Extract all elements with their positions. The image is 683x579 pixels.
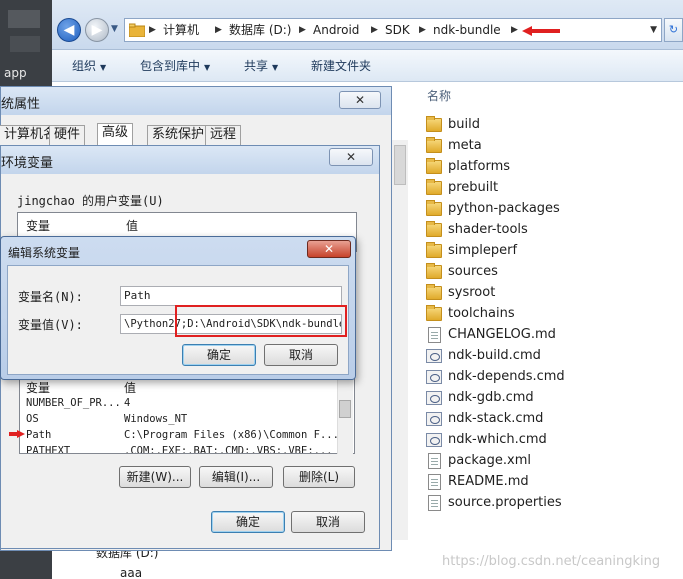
column-header-value: 值 xyxy=(126,219,139,233)
breadcrumb-computer[interactable]: 计算机 xyxy=(163,19,199,41)
address-bar[interactable]: ▶ 计算机 ▶ 数据库 (D:) ▶ Android ▶ SDK ▶ ndk-b… xyxy=(124,18,662,42)
system-variables-list[interactable]: 变量 值 NUMBER_OF_PR... 4 OS Windows_NT Path C… xyxy=(19,378,355,454)
folder-icon xyxy=(426,158,442,174)
nav-pane-scrollbar[interactable] xyxy=(392,140,408,540)
column-header-value: 值 xyxy=(124,381,137,395)
nav-pane-scroll-thumb[interactable] xyxy=(394,145,406,185)
folder-icon xyxy=(426,263,442,279)
folder-icon xyxy=(426,305,442,321)
folder-icon xyxy=(129,23,145,37)
new-variable-button[interactable]: 新建(W)... xyxy=(119,466,191,488)
refresh-icon: ↻ xyxy=(668,23,679,36)
window-title: 统属性 xyxy=(1,97,41,112)
close-icon: ✕ xyxy=(323,242,335,256)
tab-remote[interactable]: 远程 xyxy=(205,125,242,145)
cancel-button[interactable]: 取消 xyxy=(291,511,365,533)
variable-name-label: 变量名(N): xyxy=(18,290,83,304)
cancel-button[interactable]: 取消 xyxy=(264,344,338,366)
folder-icon xyxy=(426,221,442,237)
column-header-name[interactable]: 名称 xyxy=(427,86,451,106)
history-dropdown-icon[interactable]: ▼ xyxy=(111,24,121,36)
chevron-down-icon: ▼ xyxy=(204,63,211,72)
edit-variable-button[interactable]: 编辑(I)... xyxy=(199,466,273,488)
chevron-down-icon: ▼ xyxy=(100,63,107,72)
close-icon: ✕ xyxy=(345,150,357,164)
organize-button[interactable]: 组织 ▼ xyxy=(72,50,106,82)
breadcrumb-android[interactable]: Android xyxy=(313,19,359,41)
explorer-toolbar: 组织 ▼ 包含到库中 ▼ 共享 ▼ 新建文件夹 xyxy=(52,50,683,82)
cmd-file-icon xyxy=(426,433,442,447)
window-titlebar[interactable]: 环境变量 xyxy=(1,146,379,174)
dialog-title: 编辑系统变量 xyxy=(8,246,81,260)
close-button[interactable]: ✕ xyxy=(329,148,373,166)
tab-system-protection[interactable]: 系统保护 xyxy=(147,125,210,145)
desktop-tile xyxy=(10,36,40,52)
back-button[interactable]: ◀ xyxy=(57,18,81,42)
column-header-variable: 变量 xyxy=(26,219,51,233)
folder-icon xyxy=(426,137,442,153)
breadcrumb-separator-icon[interactable]: ▶ xyxy=(511,19,518,41)
folder-icon xyxy=(426,242,442,258)
cmd-file-icon xyxy=(426,412,442,426)
tab-advanced[interactable]: 高级 xyxy=(97,123,134,146)
close-icon: ✕ xyxy=(354,93,366,107)
document-icon xyxy=(428,327,441,343)
annotation-highlight-box xyxy=(175,305,347,337)
nav-item-folder[interactable]: aaa xyxy=(120,566,142,579)
watermark-text: https://blog.csdn.net/ceaningking xyxy=(442,554,661,569)
breadcrumb-separator-icon[interactable]: ▶ xyxy=(215,19,222,41)
folder-icon xyxy=(426,284,442,300)
breadcrumb-separator-icon[interactable]: ▶ xyxy=(299,19,306,41)
chevron-down-icon: ▼ xyxy=(272,63,279,72)
close-button[interactable]: ✕ xyxy=(307,240,351,258)
breadcrumb-separator-icon[interactable]: ▶ xyxy=(149,19,156,41)
arrow-right-icon: ▶ xyxy=(91,22,103,38)
folder-icon xyxy=(426,200,442,216)
column-header-variable: 变量 xyxy=(26,381,51,395)
share-button[interactable]: 共享 ▼ xyxy=(244,50,278,82)
variable-name-input[interactable]: Path xyxy=(120,286,342,306)
breadcrumb-separator-icon[interactable]: ▶ xyxy=(419,19,426,41)
desktop-tile xyxy=(8,10,40,28)
xml-file-icon xyxy=(428,453,441,469)
forward-button[interactable]: ▶ xyxy=(85,18,109,42)
document-icon xyxy=(428,474,441,490)
ok-button[interactable]: 确定 xyxy=(211,511,285,533)
variable-value-label: 变量值(V): xyxy=(18,318,83,332)
breadcrumb-ndk-bundle[interactable]: ndk-bundle xyxy=(433,19,501,41)
folder-icon xyxy=(426,116,442,132)
annotation-arrow-icon xyxy=(522,26,560,36)
breadcrumb-separator-icon[interactable]: ▶ xyxy=(371,19,378,41)
breadcrumb-sdk[interactable]: SDK xyxy=(385,19,410,41)
close-button[interactable]: ✕ xyxy=(339,91,381,109)
window-title: 环境变量 xyxy=(1,156,54,171)
document-icon xyxy=(428,495,441,511)
cmd-file-icon xyxy=(426,349,442,363)
annotation-arrow-icon xyxy=(9,430,25,438)
cmd-file-icon xyxy=(426,391,442,405)
delete-variable-button[interactable]: 删除(L) xyxy=(283,466,355,488)
refresh-button[interactable]: ↻ xyxy=(664,18,683,42)
cmd-file-icon xyxy=(426,370,442,384)
arrow-left-icon: ◀ xyxy=(63,22,75,38)
system-variables-scroll-thumb[interactable] xyxy=(339,400,351,418)
folder-icon xyxy=(426,179,442,195)
new-folder-button[interactable]: 新建文件夹 xyxy=(311,50,371,82)
window-titlebar[interactable]: 统属性 xyxy=(1,87,391,115)
include-library-button[interactable]: 包含到库中 ▼ xyxy=(140,50,210,82)
tab-hardware[interactable]: 硬件 xyxy=(49,125,86,145)
breadcrumb-drive[interactable]: 数据库 (D:) xyxy=(229,19,291,41)
ok-button[interactable]: 确定 xyxy=(182,344,256,366)
address-dropdown-icon[interactable]: ▼ xyxy=(650,19,657,41)
user-variables-label: jingchao 的用户变量(U) xyxy=(17,194,164,208)
app-label: app xyxy=(4,66,27,80)
